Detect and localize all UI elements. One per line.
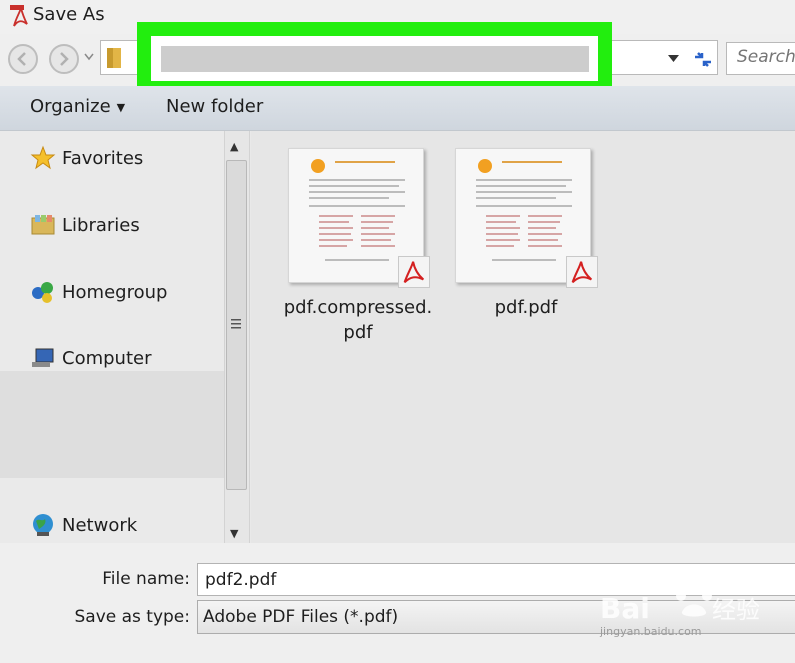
arrow-left-icon [17, 52, 26, 66]
refresh-icon[interactable] [690, 46, 716, 72]
nav-item-network[interactable]: Network [30, 509, 137, 541]
file-name-field-label: File name: [102, 569, 190, 589]
caret-down-icon: ▼ [116, 100, 126, 114]
pdf-icon [398, 256, 430, 288]
libraries-icon [31, 215, 55, 235]
organize-label: Organize [30, 96, 111, 117]
svg-text:经验: 经验 [712, 596, 760, 624]
watermark-url: jingyan.baidu.com [600, 625, 702, 638]
pdf-icon [566, 256, 598, 288]
nav-item-libraries[interactable]: Libraries [30, 209, 140, 241]
scroll-up-arrow[interactable]: ▲ [230, 140, 238, 153]
navigation-pane [0, 131, 224, 543]
nav-item-computer[interactable]: Computer [30, 342, 151, 374]
new-folder-button[interactable]: New folder [166, 96, 263, 117]
search-box[interactable] [726, 42, 795, 75]
nav-item-label: Network [62, 514, 138, 536]
svg-text:Bai: Bai [600, 592, 650, 625]
star-icon [30, 145, 56, 170]
address-dropdown-arrow[interactable] [668, 55, 679, 63]
file-name-line: pdf.compressed. [283, 297, 433, 318]
save-as-type-label: Save as type: [74, 607, 190, 627]
recent-locations-dropdown[interactable] [84, 53, 94, 61]
nav-item-label: Libraries [62, 214, 140, 236]
scroll-down-arrow[interactable]: ▼ [230, 527, 238, 540]
nav-item-homegroup[interactable]: Homegroup [30, 276, 167, 308]
nav-item-label: Homegroup [62, 281, 168, 303]
file-name-label[interactable]: pdf.compressed. pdf [278, 295, 438, 345]
forward-button[interactable] [49, 44, 79, 74]
file-name-label[interactable]: pdf.pdf [446, 295, 606, 320]
back-button[interactable] [8, 44, 38, 74]
nav-item-label: Computer [62, 347, 152, 369]
arrow-right-icon [60, 52, 69, 66]
address-path-text [161, 46, 589, 72]
network-icon [33, 514, 53, 536]
acrobat-app-icon [10, 5, 28, 27]
nav-item-label: Favorites [62, 147, 144, 169]
navigation-pane-blank-region [0, 371, 224, 478]
organize-button[interactable]: Organize ▼ [30, 96, 125, 117]
file-name-line: pdf.pdf [494, 297, 558, 318]
file-name-line: pdf [343, 322, 373, 343]
grip-icon [231, 319, 241, 329]
homegroup-icon [32, 282, 53, 303]
computer-icon [32, 348, 54, 367]
window-title: Save As [33, 4, 105, 25]
folder-icon [107, 48, 121, 68]
search-input[interactable] [737, 47, 795, 67]
nav-item-favorites[interactable]: Favorites [30, 142, 143, 174]
